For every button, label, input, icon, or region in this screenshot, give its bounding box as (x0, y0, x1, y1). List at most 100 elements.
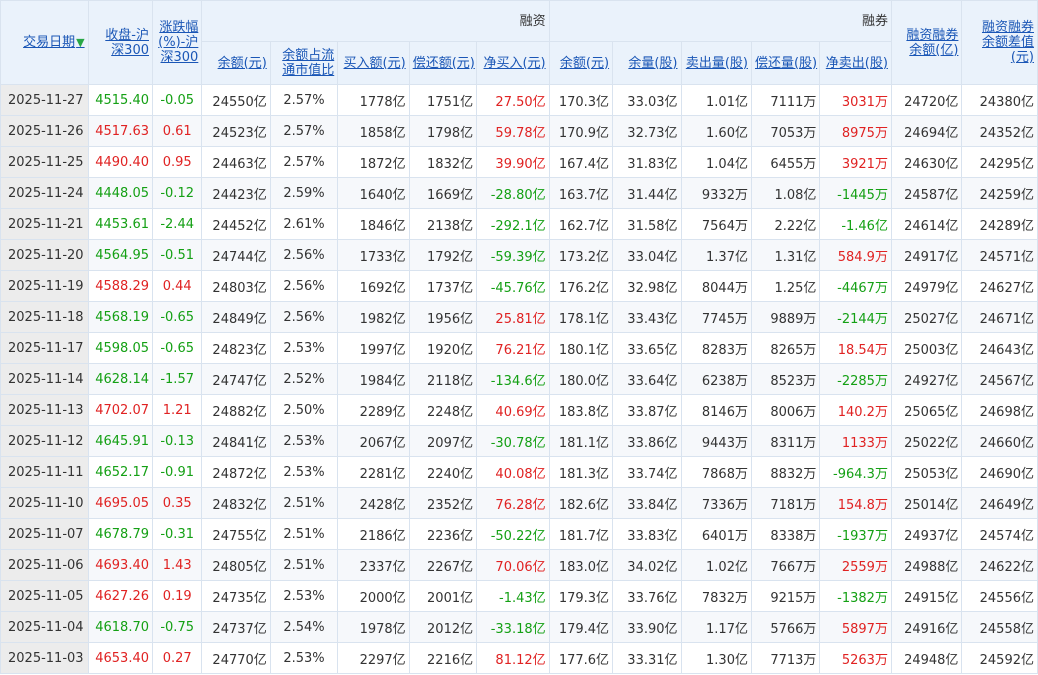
balance-diff-cell: 24380亿 (961, 84, 1038, 116)
margin-buy-cell: 1982亿 (337, 301, 410, 333)
close-price-header[interactable]: 收盘-沪 深300 (87, 0, 154, 85)
short-sell-cell: 7868万 (680, 456, 752, 488)
margin-buy-cell: 2000亿 (337, 580, 410, 612)
margin-repay-cell: 1751亿 (408, 84, 478, 116)
margin-repay-cell: 2001亿 (408, 580, 478, 612)
margin-repay-cell: 2240亿 (408, 456, 478, 488)
balance-diff-cell: 24690亿 (961, 456, 1038, 488)
margin-repay-cell: 1832亿 (408, 146, 478, 178)
margin-ratio-cell: 2.53% (269, 456, 339, 488)
margin-net-buy-cell: -59.39亿 (476, 239, 550, 271)
sort-by-date-header[interactable]: 交易日期▼ (0, 0, 89, 85)
table-row: 2025-11-07 4678.79 -0.31 24755亿 2.51% 2186亿 22… (0, 518, 1038, 550)
margin-ratio-cell: 2.56% (269, 301, 339, 333)
short-balance-cell: 182.6亿 (548, 487, 614, 519)
margin-net-buy-cell: 59.78亿 (476, 115, 550, 147)
balance-diff-cell: 24352亿 (961, 115, 1038, 147)
change-pct-cell: 0.61 (151, 115, 203, 147)
short-repay-cell: 7053万 (750, 115, 821, 147)
table-row: 2025-11-11 4652.17 -0.91 24872亿 2.53% 2281亿 22… (0, 456, 1038, 488)
margin-buy-cell: 1858亿 (337, 115, 410, 147)
close-cell: 4515.40 (87, 84, 154, 116)
change-pct-cell: -1.57 (151, 363, 203, 395)
chg-header-line2: (%)-沪 (158, 35, 199, 50)
change-pct-cell: 0.95 (151, 146, 203, 178)
margin-repay-cell: 2267亿 (408, 549, 478, 581)
short-sell-cell: 9443万 (680, 425, 752, 457)
margin-buy-header[interactable]: 买入额(元) (337, 41, 410, 85)
short-repay-cell: 5766万 (750, 611, 821, 643)
short-repay-cell: 7181万 (750, 487, 821, 519)
table-row: 2025-11-27 4515.40 -0.05 24550亿 2.57% 1778亿 17… (0, 84, 1038, 116)
margin-balance-cell: 24735亿 (201, 580, 271, 612)
margin-balance-cell: 24882亿 (201, 394, 271, 426)
short-qty-cell: 34.02亿 (612, 549, 682, 581)
close-cell: 4693.40 (87, 549, 154, 581)
margin-repay-cell: 2138亿 (408, 208, 478, 240)
total-balance-header[interactable]: 融资融券 余额(亿) (890, 0, 963, 85)
margin-ratio-cell: 2.51% (269, 487, 339, 519)
total-balance-cell: 24915亿 (890, 580, 963, 612)
short-repay-cell: 6455万 (750, 146, 821, 178)
margin-repay-cell: 1798亿 (408, 115, 478, 147)
diff-header-line2: 余额差值 (981, 35, 1034, 50)
margin-net-buy-cell: 40.69亿 (476, 394, 550, 426)
change-pct-cell: 1.43 (151, 549, 203, 581)
balance-diff-header[interactable]: 融资融券 余额差值 (元) (961, 0, 1038, 85)
short-net-sell-cell: -964.3万 (819, 456, 892, 488)
margin-net-buy-cell: -50.22亿 (476, 518, 550, 550)
margin-ratio-cell: 2.51% (269, 549, 339, 581)
short-repay-cell: 1.31亿 (750, 239, 821, 271)
margin-ratio-cell: 2.57% (269, 84, 339, 116)
close-cell: 4652.17 (87, 456, 154, 488)
date-cell: 2025-11-12 (0, 425, 89, 457)
short-net-sell-cell: 5263万 (819, 642, 892, 674)
date-cell: 2025-11-17 (0, 332, 89, 364)
margin-repay-header[interactable]: 偿还额(元) (408, 41, 478, 85)
change-pct-cell: -0.05 (151, 84, 203, 116)
short-repay-cell: 7713万 (750, 642, 821, 674)
short-qty-cell: 33.03亿 (612, 84, 682, 116)
margin-net-buy-header[interactable]: 净买入(元) (476, 41, 550, 85)
short-repay-header[interactable]: 偿还量(股) (750, 41, 821, 85)
short-net-sell-header[interactable]: 净卖出(股) (819, 41, 892, 85)
change-pct-cell: -0.12 (151, 177, 203, 209)
margin-buy-cell: 1692亿 (337, 270, 410, 302)
short-balance-cell: 179.3亿 (548, 580, 614, 612)
date-cell: 2025-11-24 (0, 177, 89, 209)
short-balance-cell: 183.0亿 (548, 549, 614, 581)
short-repay-cell: 8523万 (750, 363, 821, 395)
short-qty-header[interactable]: 余量(股) (612, 41, 682, 85)
margin-financing-group-header: 融资 (201, 0, 550, 42)
short-balance-cell: 163.7亿 (548, 177, 614, 209)
date-cell: 2025-11-20 (0, 239, 89, 271)
margin-ratio-cell: 2.50% (269, 394, 339, 426)
margin-balance-header[interactable]: 余额(元) (201, 41, 271, 85)
margin-ratio-cell: 2.57% (269, 146, 339, 178)
short-sell-cell: 1.30亿 (680, 642, 752, 674)
total-balance-cell: 24988亿 (890, 549, 963, 581)
change-pct-header[interactable]: 涨跌幅 (%)-沪 深300 (151, 0, 203, 85)
short-qty-cell: 33.04亿 (612, 239, 682, 271)
short-repay-cell: 2.22亿 (750, 208, 821, 240)
short-sell-header[interactable]: 卖出量(股) (680, 41, 752, 85)
short-sell-cell: 1.17亿 (680, 611, 752, 643)
short-balance-cell: 179.4亿 (548, 611, 614, 643)
total-balance-cell: 24630亿 (890, 146, 963, 178)
margin-ratio-cell: 2.59% (269, 177, 339, 209)
short-qty-cell: 33.64亿 (612, 363, 682, 395)
margin-net-buy-cell: -292.1亿 (476, 208, 550, 240)
close-cell: 4517.63 (87, 115, 154, 147)
short-balance-header[interactable]: 余额(元) (548, 41, 614, 85)
margin-buy-cell: 1846亿 (337, 208, 410, 240)
margin-net-buy-cell: 27.50亿 (476, 84, 550, 116)
short-sell-cell: 9332万 (680, 177, 752, 209)
short-qty-cell: 33.74亿 (612, 456, 682, 488)
short-repay-cell: 7111万 (750, 84, 821, 116)
table-row: 2025-11-17 4598.05 -0.65 24823亿 2.53% 1997亿 19… (0, 332, 1038, 364)
close-header-line2: 深300 (111, 42, 149, 58)
total-balance-cell: 25014亿 (890, 487, 963, 519)
close-cell: 4453.61 (87, 208, 154, 240)
short-net-sell-cell: -1.46亿 (819, 208, 892, 240)
margin-ratio-header[interactable]: 余额占流 通市值比 (269, 41, 339, 85)
